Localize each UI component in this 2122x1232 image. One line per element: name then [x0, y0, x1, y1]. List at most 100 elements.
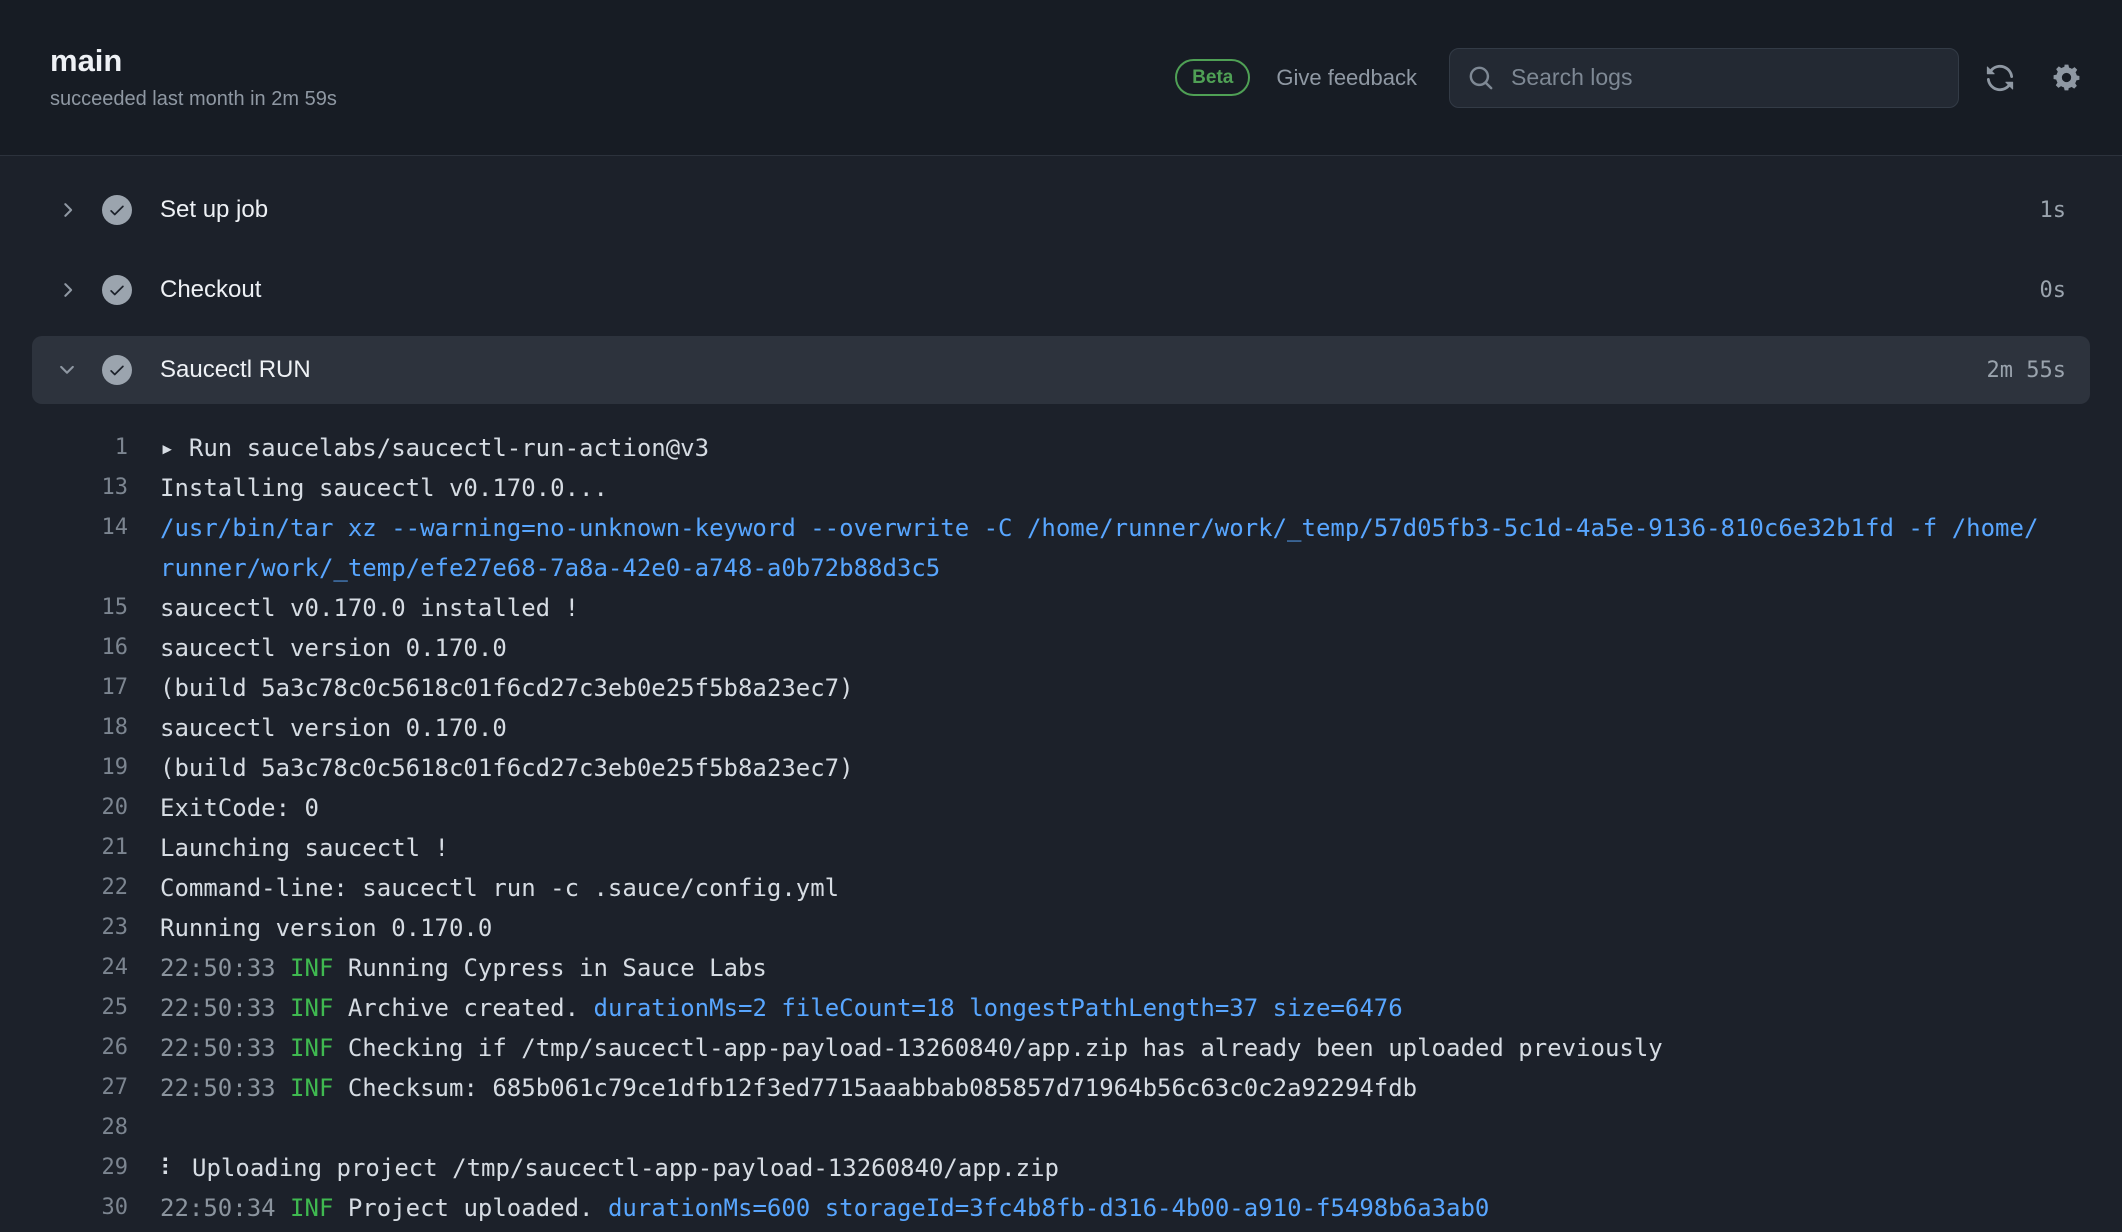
log-line-number[interactable]: 28: [0, 1108, 128, 1148]
header: main succeeded last month in 2m 59s Beta…: [0, 0, 2122, 156]
log-line: 23 Running version 0.170.0: [0, 908, 2046, 948]
refresh-logs-button[interactable]: [1985, 63, 2015, 93]
log-line-content: 22:50:33 INF Checksum: 685b061c79ce1dfb1…: [160, 1068, 2046, 1108]
step-label: Checkout: [160, 276, 261, 304]
log-line-number[interactable]: 16: [0, 628, 128, 668]
log-line-number[interactable]: 19: [0, 748, 128, 788]
log-segment-plain: ▸ Run saucelabs/saucectl-run-action@v3: [160, 434, 709, 462]
log-segment-inf: INF: [290, 1074, 333, 1102]
step-row-saucectl-run[interactable]: Saucectl RUN2m 55s: [32, 336, 2090, 404]
log-line: 2522:50:33 INF Archive created. duration…: [0, 988, 2046, 1028]
log-segment-plain: Launching saucectl !: [160, 834, 449, 862]
log-line-number[interactable]: 15: [0, 588, 128, 628]
log-container: 1 ▸ Run saucelabs/saucectl-run-action@v3 1…: [0, 404, 2122, 1228]
log-line-content: 22:50:33 INF Checking if /tmp/saucectl-a…: [160, 1028, 2046, 1068]
log-line-number[interactable]: 13: [0, 468, 128, 508]
log-line-content: ▸ Run saucelabs/saucectl-run-action@v3: [160, 428, 2046, 468]
log-segment-plain: ⠇ Uploading project /tmp/saucectl-app-pa…: [160, 1154, 1059, 1182]
log-line-number[interactable]: 21: [0, 828, 128, 868]
job-title: main: [50, 44, 337, 78]
log-line: 17 (build 5a3c78c0c5618c01f6cd27c3eb0e25f…: [0, 668, 2046, 708]
header-actions: Beta Give feedback: [1175, 48, 2082, 108]
search-logs-box[interactable]: [1449, 48, 1959, 108]
log-line-number[interactable]: 23: [0, 908, 128, 948]
log-segment-plain: (build 5a3c78c0c5618c01f6cd27c3eb0e25f5b…: [160, 754, 854, 782]
log-line-number[interactable]: 25: [0, 988, 128, 1028]
log-line-content: saucectl version 0.170.0: [160, 708, 2046, 748]
log-line: 29 ⠇ Uploading project /tmp/saucectl-app-…: [0, 1148, 2046, 1188]
step-label: Set up job: [160, 196, 268, 224]
log-line-content: Command-line: saucectl run -c .sauce/con…: [160, 868, 2046, 908]
log-line: 14/usr/bin/tar xz --warning=no-unknown-k…: [0, 508, 2046, 588]
log-line: 15saucectl v0.170.0 installed !: [0, 588, 2046, 628]
step-label: Saucectl RUN: [160, 356, 311, 384]
log-segment-kv: fileCount=18: [781, 994, 954, 1022]
log-segment-plain: Running version 0.170.0: [160, 914, 492, 942]
log-segment-time: 22:50:34: [160, 1194, 290, 1222]
log-line-number[interactable]: 29: [0, 1148, 128, 1188]
log-line-content: ExitCode: 0: [160, 788, 2046, 828]
log-line: 22 Command-line: saucectl run -c .sauce/c…: [0, 868, 2046, 908]
log-segment-plain: Project uploaded.: [333, 1194, 608, 1222]
gear-icon: [2051, 62, 2082, 93]
log-line-content: Running version 0.170.0: [160, 908, 2046, 948]
log-line-content: Installing saucectl v0.170.0...: [160, 468, 2046, 508]
log-line-number[interactable]: 22: [0, 868, 128, 908]
log-line-number[interactable]: 27: [0, 1068, 128, 1108]
log-line-content: saucectl version 0.170.0: [160, 628, 2046, 668]
log-segment-plain: Archive created.: [333, 994, 593, 1022]
chevron-right-icon[interactable]: [56, 279, 78, 301]
log-segment-plain: [810, 1194, 824, 1222]
chevron-down-icon[interactable]: [56, 359, 78, 381]
log-segment-plain: Checksum: 685b061c79ce1dfb12f3ed7715aaab…: [333, 1074, 1417, 1102]
log-line-number[interactable]: 20: [0, 788, 128, 828]
log-segment-plain: [1258, 994, 1272, 1022]
log-segment-inf: INF: [290, 994, 333, 1022]
step-duration: 1s: [2040, 198, 2067, 223]
log-line: 28: [0, 1108, 2046, 1148]
log-line: 20 ExitCode: 0: [0, 788, 2046, 828]
beta-badge: Beta: [1175, 59, 1250, 97]
run-status-summary: succeeded last month in 2m 59s: [50, 88, 337, 111]
log-line-number[interactable]: 18: [0, 708, 128, 748]
log-segment-plain: ExitCode: 0: [160, 794, 319, 822]
log-line-number[interactable]: 30: [0, 1188, 128, 1228]
log-segment-link: /usr/bin/tar xz --warning=no-unknown-key…: [160, 514, 2038, 582]
log-line: 16 saucectl version 0.170.0: [0, 628, 2046, 668]
log-segment-plain: Command-line: saucectl run -c .sauce/con…: [160, 874, 839, 902]
log-line: 21 Launching saucectl !: [0, 828, 2046, 868]
log-line-number[interactable]: 26: [0, 1028, 128, 1068]
log-segment-plain: saucectl version 0.170.0: [160, 714, 507, 742]
log-line-content: (build 5a3c78c0c5618c01f6cd27c3eb0e25f5b…: [160, 668, 2046, 708]
log-line: 13 Installing saucectl v0.170.0...: [0, 468, 2046, 508]
log-line-number[interactable]: 1: [0, 428, 128, 468]
log-segment-inf: INF: [290, 954, 333, 982]
log-line-content: (build 5a3c78c0c5618c01f6cd27c3eb0e25f5b…: [160, 748, 2046, 788]
log-segment-plain: [767, 994, 781, 1022]
step-duration: 0s: [2040, 278, 2067, 303]
step-row-set-up-job[interactable]: Set up job 1s: [32, 176, 2090, 244]
search-icon: [1468, 65, 1494, 91]
success-check-icon: [102, 275, 132, 305]
log-segment-kv: storageId=3fc4b8fb-d316-4b00-a910-f5498b…: [825, 1194, 1490, 1222]
log-segment-plain: Running Cypress in Sauce Labs: [333, 954, 766, 982]
log-line-number[interactable]: 14: [0, 508, 128, 588]
log-segment-plain: (build 5a3c78c0c5618c01f6cd27c3eb0e25f5b…: [160, 674, 854, 702]
log-segment-time: 22:50:33: [160, 1074, 290, 1102]
log-line: 2422:50:33 INF Running Cypress in Sauce …: [0, 948, 2046, 988]
log-segment-plain: Checking if /tmp/saucectl-app-payload-13…: [333, 1034, 1662, 1062]
search-logs-input[interactable]: [1509, 63, 1940, 92]
step-row-checkout[interactable]: Checkout 0s: [32, 256, 2090, 324]
steps-list: Set up job 1s Checkout 0s Saucectl RUN2m 55s: [0, 156, 2122, 404]
log-line-content: 22:50:34 INF Project uploaded. durationM…: [160, 1188, 2046, 1228]
log-settings-button[interactable]: [2051, 62, 2082, 93]
log-line-content: ⠇ Uploading project /tmp/saucectl-app-pa…: [160, 1148, 2046, 1188]
log-line-number[interactable]: 24: [0, 948, 128, 988]
log-segment-kv: durationMs=600: [608, 1194, 810, 1222]
log-segment-kv: longestPathLength=37: [969, 994, 1258, 1022]
log-line-number[interactable]: 17: [0, 668, 128, 708]
log-segment-plain: Installing saucectl v0.170.0...: [160, 474, 608, 502]
give-feedback-link[interactable]: Give feedback: [1276, 65, 1417, 91]
log-segment-kv: durationMs=2: [594, 994, 767, 1022]
chevron-right-icon[interactable]: [56, 199, 78, 221]
